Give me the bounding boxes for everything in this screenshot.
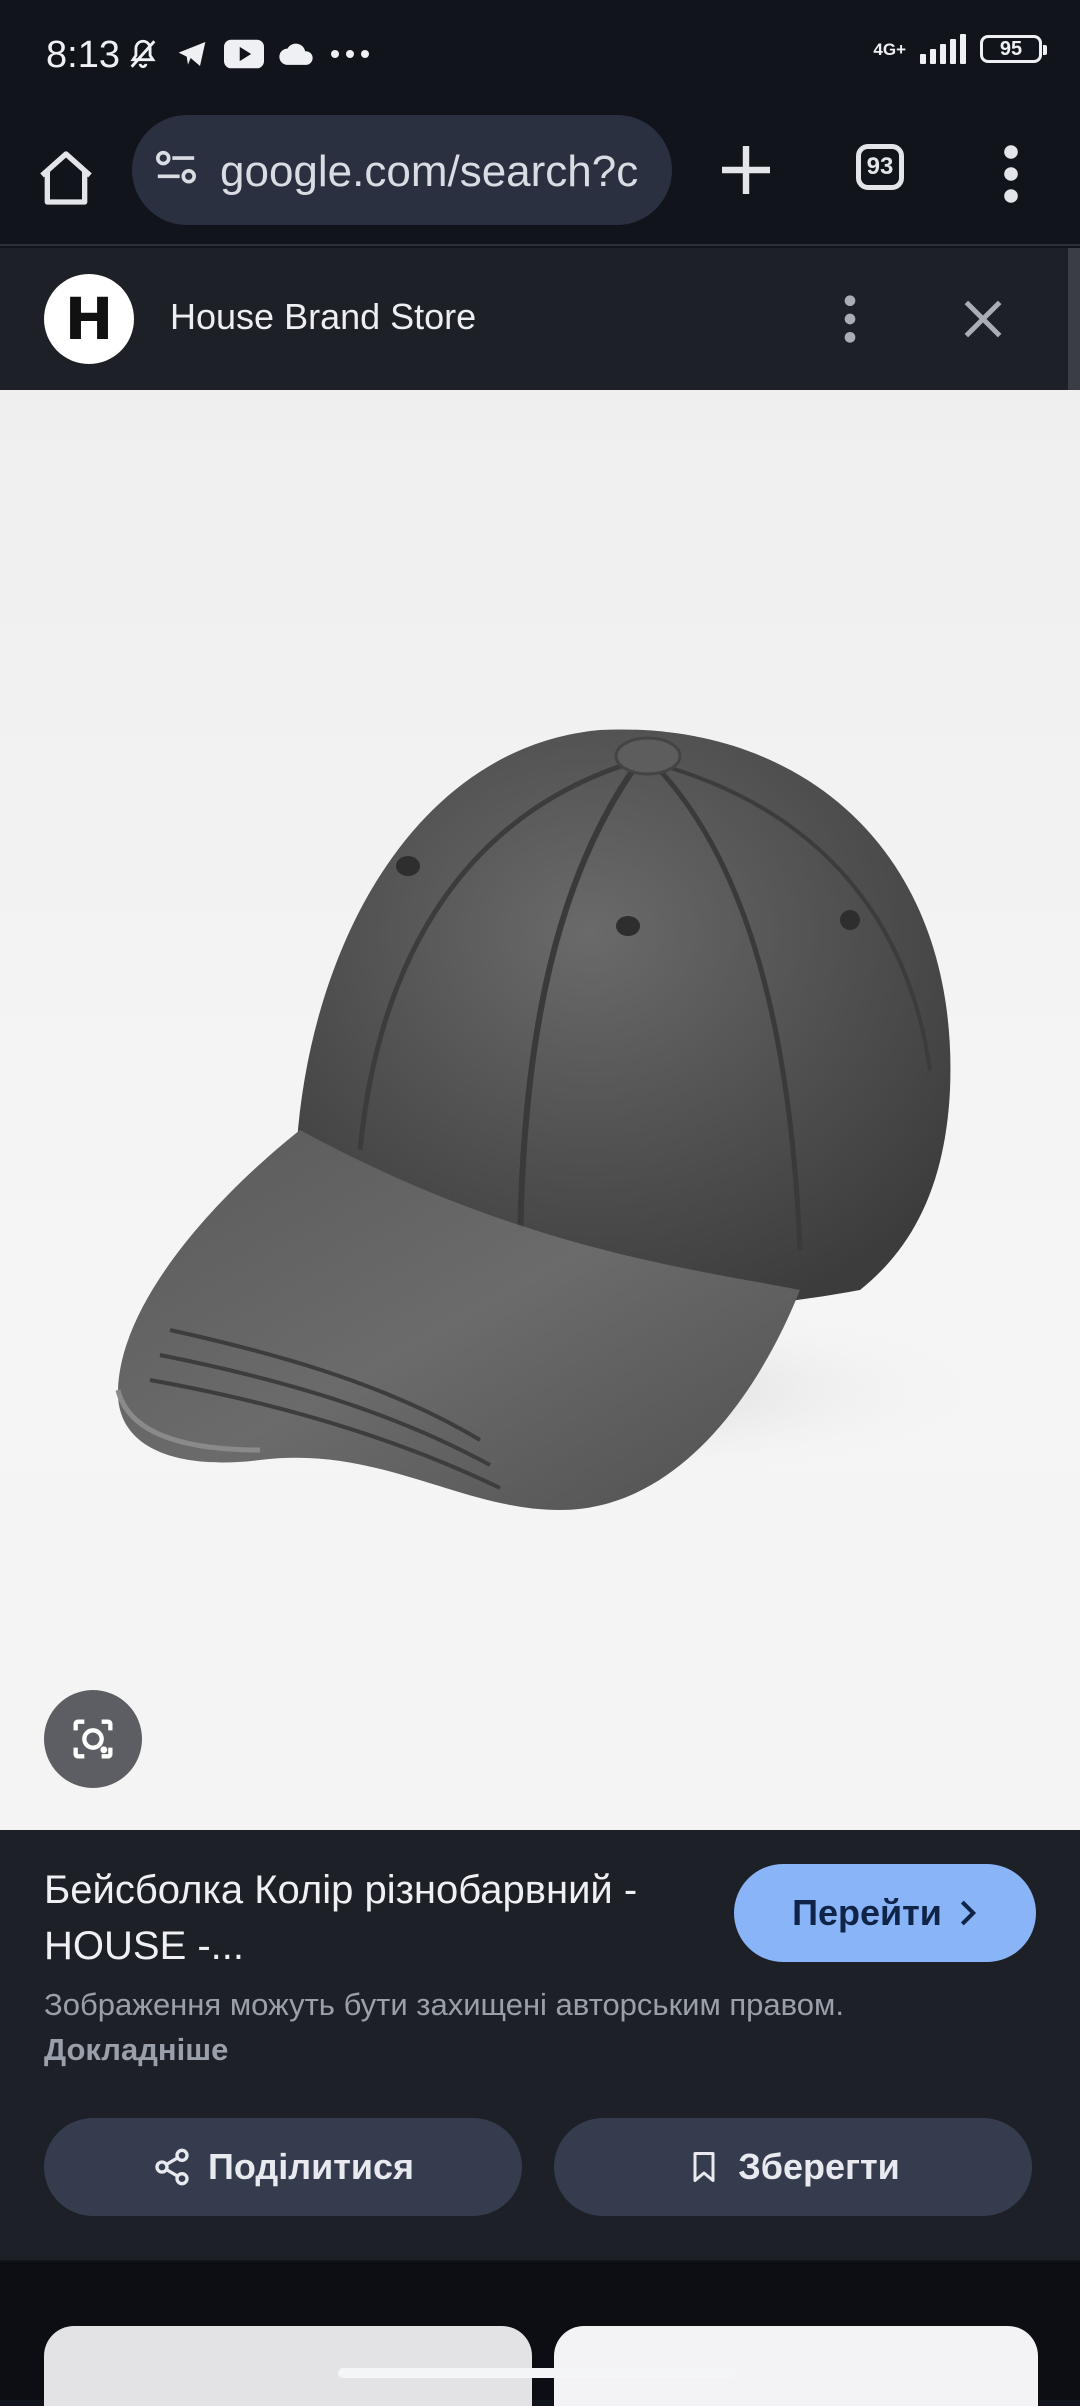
home-indicator[interactable] (338, 2368, 736, 2378)
source-favicon: H (44, 274, 134, 364)
visit-button[interactable]: Перейти (734, 1864, 1036, 1962)
new-tab-icon[interactable] (714, 138, 778, 202)
product-image[interactable] (0, 390, 1080, 1830)
network-type: 4G+ (873, 39, 906, 59)
related-result-card[interactable] (554, 2326, 1038, 2406)
save-label: Зберегти (738, 2146, 900, 2187)
copyright-notice: Зображення можуть бути захищені авторськ… (44, 1982, 1024, 2072)
youtube-icon (224, 39, 264, 69)
notification-icons (126, 36, 370, 72)
copyright-text: Зображення можуть бути захищені авторськ… (44, 1987, 844, 2022)
site-settings-icon[interactable] (154, 149, 198, 189)
source-name[interactable]: House Brand Store (170, 296, 476, 338)
bookmark-icon (693, 2152, 715, 2182)
battery-icon: 95 (980, 35, 1047, 63)
address-bar[interactable]: google.com/search?c (132, 115, 672, 225)
source-more-icon[interactable] (836, 294, 864, 344)
product-title[interactable]: Бейсболка Колір різнобарвний - HOUSE -..… (44, 1862, 684, 1974)
more-notifications-icon (331, 50, 369, 58)
share-button[interactable]: Поділитися (44, 2118, 522, 2216)
telegram-icon (178, 42, 206, 66)
overflow-menu-icon[interactable] (996, 144, 1026, 204)
muted-bell-icon (130, 39, 156, 69)
status-bar: 8:13 4G+ 95 (0, 0, 1080, 112)
close-icon[interactable] (958, 294, 1008, 344)
learn-more-link[interactable]: Докладніше (44, 2032, 228, 2067)
source-header (0, 248, 1068, 390)
browser-toolbar: google.com/search?c 93 (0, 112, 1080, 246)
cap-illustration (115, 729, 980, 1510)
save-button[interactable]: Зберегти (554, 2118, 1032, 2216)
cloud-icon (279, 43, 313, 65)
google-lens-button[interactable] (44, 1690, 142, 1788)
home-icon[interactable] (34, 146, 98, 210)
related-result-card[interactable] (44, 2326, 532, 2406)
signal-icon (920, 34, 966, 64)
share-icon (155, 2148, 189, 2186)
tab-switcher-button[interactable]: 93 (856, 144, 904, 190)
chevron-right-icon (960, 1900, 976, 1926)
share-label: Поділитися (207, 2146, 415, 2187)
battery-level: 95 (999, 37, 1023, 60)
lens-icon (73, 1719, 113, 1759)
url-text[interactable]: google.com/search?c (220, 147, 660, 197)
visit-label: Перейти (792, 1892, 942, 1933)
status-time: 8:13 (46, 34, 120, 76)
